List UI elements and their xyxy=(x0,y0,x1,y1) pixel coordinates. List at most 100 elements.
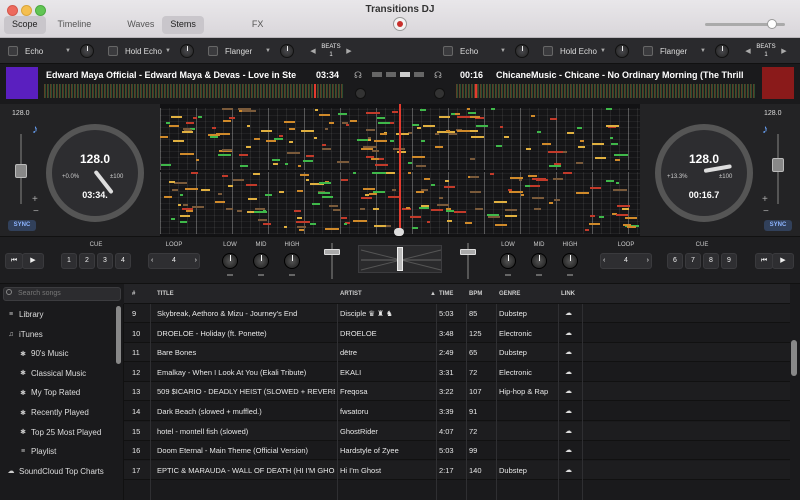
sidebar-item[interactable]: ✱ 90's Music xyxy=(18,344,68,363)
waveform-mode-button[interactable] xyxy=(400,72,410,77)
waveform-mode-button[interactable] xyxy=(414,72,424,77)
pitch-minus-button[interactable]: − xyxy=(763,206,769,217)
deck-a-eq-high-knob[interactable] xyxy=(284,253,300,269)
fx-amount-knob[interactable] xyxy=(515,44,529,58)
chevron-left-icon[interactable]: ‹ xyxy=(149,254,153,268)
table-row[interactable]: 16 Doom Eternal - Main Theme (Official Ve… xyxy=(124,441,790,461)
deck-b-platter[interactable]: 128.0 +13.3% ±100 00:16.7 xyxy=(655,124,753,222)
headphones-icon[interactable]: ☊ xyxy=(354,70,362,81)
deck-a-eq-mid-knob[interactable] xyxy=(253,253,269,269)
soundcloud-link-icon[interactable]: ☁ xyxy=(565,446,572,454)
col-genre[interactable]: GENRE xyxy=(499,291,520,297)
tab-timeline[interactable]: Timeline xyxy=(50,16,100,34)
master-volume-handle[interactable] xyxy=(767,19,777,29)
sidebar-item[interactable]: ☁ SoundCloud Top Charts xyxy=(6,462,104,481)
tab-stems[interactable]: Stems xyxy=(162,16,204,34)
fx-toggle[interactable] xyxy=(643,46,653,56)
deck-a-loop-control[interactable]: ‹ 4 › xyxy=(148,253,200,269)
eq-kill-indicator[interactable] xyxy=(567,274,573,276)
hot-cue-button[interactable]: 8 xyxy=(703,253,719,269)
chevron-right-icon[interactable]: ▶ xyxy=(779,47,789,55)
crossfader-handle[interactable] xyxy=(397,247,403,271)
fx-select[interactable]: Hold Echo ▼ xyxy=(557,43,609,59)
fx-amount-knob[interactable] xyxy=(280,44,294,58)
soundcloud-link-icon[interactable]: ☁ xyxy=(565,387,572,395)
table-row[interactable]: 13 509 $ICARIO - DEADLY HEIST (SLOWED + R… xyxy=(124,382,790,402)
deck-b-overview-waveform[interactable] xyxy=(456,84,756,98)
hot-cue-button[interactable]: 2 xyxy=(79,253,95,269)
fx-select[interactable]: Flanger ▼ xyxy=(657,43,709,59)
sidebar-item[interactable]: ≡ Library xyxy=(6,305,44,324)
fx-amount-knob[interactable] xyxy=(180,44,194,58)
table-row[interactable]: 14 Dark Beach (slowed + muffled.) fwsatoru… xyxy=(124,402,790,421)
hot-cue-button[interactable]: 3 xyxy=(97,253,113,269)
cue-mix-knob[interactable] xyxy=(434,88,445,99)
sidebar-item[interactable]: ≡ Playlist xyxy=(18,442,56,461)
music-note-icon[interactable]: ♪ xyxy=(762,122,768,136)
waveform-scroll-handle[interactable] xyxy=(394,228,404,236)
hot-cue-button[interactable]: 1 xyxy=(61,253,77,269)
soundcloud-link-icon[interactable]: ☁ xyxy=(565,427,572,435)
sidebar-item[interactable]: ✱ Top 25 Most Played xyxy=(18,423,101,442)
fx-select[interactable]: Hold Echo ▼ xyxy=(122,43,174,59)
table-row[interactable]: 17 EPTIC & MARAUDA - WALL OF DEATH (HI I'… xyxy=(124,460,790,480)
deck-b-play-button[interactable]: ▶ xyxy=(772,253,794,269)
deck-b-volume-handle[interactable] xyxy=(460,249,476,255)
soundcloud-link-icon[interactable]: ☁ xyxy=(565,309,572,317)
eq-kill-indicator[interactable] xyxy=(289,274,295,276)
soundcloud-link-icon[interactable]: ☁ xyxy=(565,368,572,376)
deck-b-skip-back-button[interactable]: ⏮ xyxy=(755,253,773,269)
cue-volume-knob[interactable] xyxy=(355,88,366,99)
headphones-icon[interactable]: ☊ xyxy=(434,70,442,81)
deck-a-pitch-handle[interactable] xyxy=(15,164,27,178)
sidebar-item[interactable]: ✱ Classical Music xyxy=(18,364,86,383)
table-row[interactable]: 11 Bare Bones dētre 2:49 65 Dubstep ☁ xyxy=(124,343,790,363)
waveform-mode-button[interactable] xyxy=(386,72,396,77)
deck-b-loop-control[interactable]: ‹ 4 › xyxy=(600,253,652,269)
deck-b-eq-mid-knob[interactable] xyxy=(531,253,547,269)
eq-kill-indicator[interactable] xyxy=(505,274,511,276)
chevron-left-icon[interactable]: ◀ xyxy=(308,47,318,55)
deck-a-platter[interactable]: 128.0 +0.0% ±100 03:34. xyxy=(46,124,144,222)
col-bpm[interactable]: BPM xyxy=(469,291,482,297)
sidebar-item[interactable]: ♫ iTunes xyxy=(6,325,42,344)
eq-kill-indicator[interactable] xyxy=(227,274,233,276)
sidebar-item[interactable]: ✱ Recently Played xyxy=(18,403,89,422)
chevron-right-icon[interactable]: › xyxy=(195,254,199,268)
tab-waves[interactable]: Waves xyxy=(119,16,162,34)
col-title[interactable]: TITLE xyxy=(157,291,174,297)
tab-scope[interactable]: Scope xyxy=(4,16,46,34)
soundcloud-link-icon[interactable]: ☁ xyxy=(565,348,572,356)
fx-toggle[interactable] xyxy=(443,46,453,56)
pitch-plus-button[interactable]: + xyxy=(762,194,768,205)
sidebar-scrollbar[interactable] xyxy=(116,306,121,364)
deck-b-eq-high-knob[interactable] xyxy=(562,253,578,269)
fx-amount-knob[interactable] xyxy=(615,44,629,58)
col-time[interactable]: TIME xyxy=(439,291,453,297)
deck-a-overview-waveform[interactable] xyxy=(44,84,344,98)
tab-fx[interactable]: FX xyxy=(244,16,272,34)
pitch-minus-button[interactable]: − xyxy=(33,206,39,217)
col-artist[interactable]: ARTIST xyxy=(340,291,362,297)
col-link[interactable]: LINK xyxy=(561,291,575,297)
fx-amount-knob[interactable] xyxy=(715,44,729,58)
deck-b-eq-low-knob[interactable] xyxy=(500,253,516,269)
waveform-mode-button[interactable] xyxy=(372,72,382,77)
hot-cue-button[interactable]: 4 xyxy=(115,253,131,269)
soundcloud-link-icon[interactable]: ☁ xyxy=(565,466,572,474)
eq-kill-indicator[interactable] xyxy=(258,274,264,276)
table-row[interactable]: 9 Skybreak, Aethoro & Mizu - Journey's En… xyxy=(124,304,790,323)
waveform-view[interactable] xyxy=(160,104,640,236)
record-button[interactable] xyxy=(393,17,407,31)
pitch-plus-button[interactable]: + xyxy=(32,194,38,205)
fx-toggle[interactable] xyxy=(108,46,118,56)
hot-cue-button[interactable]: 6 xyxy=(667,253,683,269)
hot-cue-button[interactable]: 7 xyxy=(685,253,701,269)
fx-select[interactable]: Flanger ▼ xyxy=(222,43,274,59)
fx-amount-knob[interactable] xyxy=(80,44,94,58)
deck-b-sync-button[interactable]: SYNC xyxy=(764,220,792,231)
fx-toggle[interactable] xyxy=(8,46,18,56)
deck-b-pitch-handle[interactable] xyxy=(772,158,784,172)
deck-a-sync-button[interactable]: SYNC xyxy=(8,220,36,231)
deck-a-volume-handle[interactable] xyxy=(324,249,340,255)
